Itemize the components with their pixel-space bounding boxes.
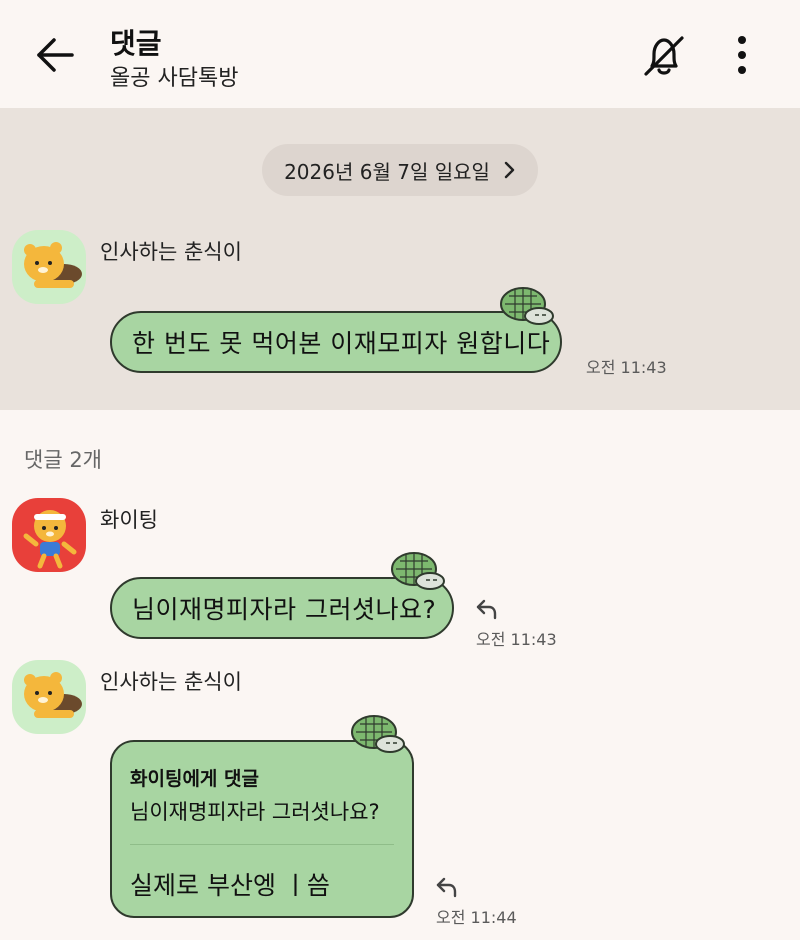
avatar-character-icon	[24, 672, 82, 718]
reply-icon[interactable]	[475, 598, 501, 620]
chat-room-name: 올공 사담톡방	[110, 66, 239, 91]
page-title: 댓글	[110, 27, 162, 60]
date-label: 2026년 6월 7일 일요일	[284, 159, 490, 184]
message-time: 오전 11:43	[586, 358, 667, 377]
avatar[interactable]	[12, 498, 86, 572]
reply-icon[interactable]	[435, 876, 461, 898]
comment-text: 님이재명피자라 그러셧나요?	[132, 595, 437, 624]
turtle-sticker-icon	[351, 715, 405, 753]
message-bubble[interactable]: 한 번도 못 먹어본 이재모피자 원합니다	[110, 311, 562, 373]
sender-name: 화이팅	[100, 508, 158, 532]
sender-name: 인사하는 춘식이	[100, 240, 242, 264]
turtle-sticker-icon	[500, 287, 554, 325]
header-bar: 댓글 올공 사담톡방	[0, 0, 800, 108]
back-button[interactable]	[30, 30, 80, 80]
mute-button[interactable]	[638, 30, 690, 82]
more-vertical-icon	[738, 36, 746, 74]
comment-time: 오전 11:44	[436, 908, 517, 927]
divider	[130, 844, 394, 845]
quoted-reply-target: 화이팅에게 댓글	[130, 768, 259, 790]
chevron-right-icon	[504, 161, 515, 179]
original-post: 2026년 6월 7일 일요일 인사하는 춘식이 한 번도 못 먹어본 이재모피…	[0, 108, 800, 410]
quoted-text: 님이재명피자라 그러셧나요?	[130, 800, 380, 824]
avatar[interactable]	[12, 230, 86, 304]
comments-count: 댓글 2개	[24, 448, 102, 472]
avatar[interactable]	[12, 660, 86, 734]
more-options-button[interactable]	[722, 30, 762, 82]
sender-name: 인사하는 춘식이	[100, 670, 242, 694]
turtle-sticker-icon	[391, 552, 445, 590]
date-selector[interactable]: 2026년 6월 7일 일요일	[262, 144, 538, 196]
reply-comment-bubble[interactable]: 화이팅에게 댓글 님이재명피자라 그러셧나요? 실제로 부산엥 ㅣ씀	[110, 740, 414, 918]
avatar-character-icon	[24, 242, 82, 288]
bell-off-icon	[644, 36, 684, 76]
comment-text: 실제로 부산엥 ㅣ씀	[130, 871, 330, 900]
avatar-character-icon	[23, 510, 77, 569]
arrow-left-icon	[37, 38, 74, 72]
message-text: 한 번도 못 먹어본 이재모피자 원합니다	[132, 329, 551, 358]
comment-time: 오전 11:43	[476, 630, 557, 649]
